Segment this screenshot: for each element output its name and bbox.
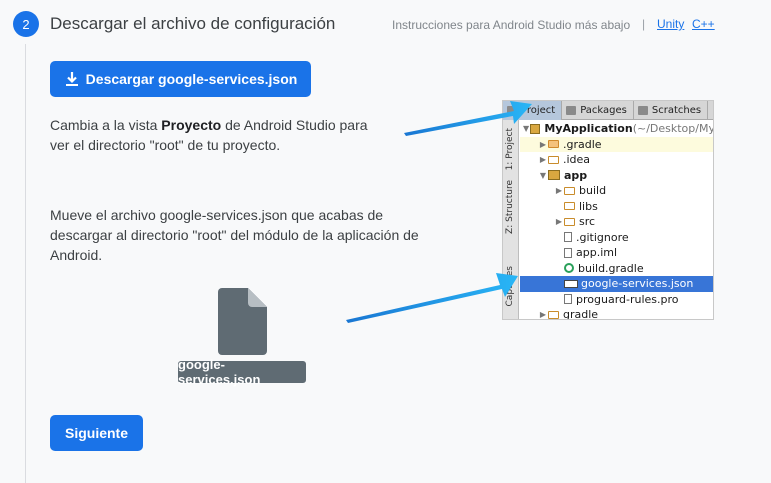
download-button-label: Descargar google-services.json bbox=[85, 71, 298, 87]
step-title: Descargar el archivo de configuración bbox=[50, 14, 336, 33]
tree-row-label: google-services.json bbox=[581, 277, 694, 291]
side-tab-captures[interactable]: Captures bbox=[505, 266, 515, 306]
step-connector-line bbox=[25, 44, 26, 483]
links-separator: | bbox=[642, 17, 646, 31]
gradle-icon bbox=[564, 263, 574, 274]
instruction-paragraph-2: Mueve el archivo google-services.json qu… bbox=[50, 207, 419, 263]
tree-row-label: app.iml bbox=[576, 246, 618, 260]
expand-right-icon[interactable]: ▶ bbox=[554, 217, 564, 226]
folder-icon bbox=[564, 202, 575, 211]
project-icon bbox=[507, 106, 517, 115]
tab-scratches[interactable]: Scratches bbox=[634, 101, 709, 120]
tree-row-path: (~/Desktop/My bbox=[632, 122, 714, 136]
unity-link[interactable]: Unity bbox=[657, 17, 684, 31]
module-icon bbox=[530, 123, 541, 134]
module-icon bbox=[548, 170, 560, 181]
tree-row[interactable]: ▼ MyApplication (~/Desktop/My bbox=[520, 121, 714, 137]
side-tab-project[interactable]: 1: Project bbox=[505, 128, 515, 170]
folder-icon bbox=[548, 310, 559, 319]
project-view-tabs: Project Packages Scratches bbox=[503, 101, 713, 120]
file-icon bbox=[564, 247, 572, 258]
expand-right-icon[interactable]: ▶ bbox=[538, 310, 548, 319]
tree-row-label: proguard-rules.pro bbox=[576, 292, 679, 306]
tree-row-label: build.gradle bbox=[578, 261, 644, 275]
tree-row[interactable]: build.gradle bbox=[520, 261, 713, 277]
download-config-button[interactable]: Descargar google-services.json bbox=[50, 61, 311, 97]
folder-icon bbox=[564, 186, 575, 195]
folder-icon bbox=[564, 217, 575, 226]
expand-right-icon[interactable]: ▶ bbox=[538, 140, 548, 149]
expand-down-icon[interactable]: ▼ bbox=[522, 124, 530, 133]
json-icon bbox=[564, 279, 578, 288]
android-studio-project-panel: Project Packages Scratches 1: Project Z:… bbox=[502, 100, 714, 320]
tree-row-label: src bbox=[579, 215, 596, 229]
instruction-paragraph-1: Cambia a la vista Proyecto de Android St… bbox=[50, 115, 380, 155]
file-icon bbox=[564, 232, 572, 243]
cpp-link[interactable]: C++ bbox=[692, 17, 715, 31]
tree-row-label: .gradle bbox=[563, 137, 602, 151]
next-button[interactable]: Siguiente bbox=[50, 415, 143, 451]
paragraph1-text-start: Cambia a la vista bbox=[50, 117, 162, 133]
expand-down-icon[interactable]: ▼ bbox=[538, 171, 548, 180]
file-icon bbox=[564, 294, 572, 305]
tree-row[interactable]: ▶ build bbox=[520, 183, 713, 199]
tab-packages-label: Packages bbox=[580, 105, 627, 116]
tree-row-label: libs bbox=[579, 199, 598, 213]
tree-row-label: gradle bbox=[563, 308, 599, 320]
expand-right-icon[interactable]: ▶ bbox=[538, 155, 548, 164]
tree-row[interactable]: libs bbox=[520, 199, 713, 215]
paragraph1-bold-term: Proyecto bbox=[161, 117, 222, 133]
tool-window-sidebar: 1: Project Z: Structure Captures bbox=[503, 120, 519, 319]
tree-row-label: MyApplication bbox=[544, 122, 633, 136]
instructions-note: Instrucciones para Android Studio más ab… bbox=[392, 18, 631, 32]
step-number-badge: 2 bbox=[13, 11, 39, 37]
setup-step: 2 Descargar el archivo de configuración … bbox=[0, 0, 771, 483]
scratches-icon bbox=[637, 106, 648, 115]
tree-row[interactable]: ▶ gradle bbox=[520, 307, 713, 320]
tab-project-label: Project bbox=[521, 105, 556, 116]
tree-row[interactable]: app.iml bbox=[520, 245, 713, 261]
tree-row[interactable]: ▶ src bbox=[520, 214, 713, 230]
tab-packages[interactable]: Packages bbox=[562, 101, 634, 120]
tree-row[interactable]: proguard-rules.pro bbox=[520, 292, 713, 308]
tree-row-label: .idea bbox=[563, 153, 591, 167]
tree-row[interactable]: ▶ .gradle bbox=[520, 136, 713, 152]
tree-row[interactable]: .gitignore bbox=[520, 230, 713, 246]
tree-row[interactable]: google-services.json bbox=[520, 276, 713, 292]
arrow-to-json-file bbox=[346, 273, 518, 323]
folder-icon bbox=[548, 155, 559, 164]
folder-orange-icon bbox=[548, 140, 559, 149]
tree-row[interactable]: ▼ app bbox=[520, 168, 713, 184]
document-icon bbox=[218, 288, 267, 360]
tree-row-label: .gitignore bbox=[576, 230, 629, 244]
file-name-label: google-services.json bbox=[178, 357, 306, 387]
tab-project[interactable]: Project bbox=[503, 101, 563, 120]
project-tree: ▼ MyApplication (~/Desktop/My ▶ .gradle ▶ .id… bbox=[520, 121, 714, 320]
tree-row[interactable]: ▶ .idea bbox=[520, 152, 713, 168]
expand-right-icon[interactable]: ▶ bbox=[554, 186, 564, 195]
download-icon bbox=[64, 71, 80, 87]
side-tab-structure[interactable]: Z: Structure bbox=[505, 180, 515, 234]
tree-row-label: app bbox=[564, 168, 588, 182]
tab-scratches-label: Scratches bbox=[651, 105, 702, 116]
packages-icon bbox=[566, 106, 577, 115]
tree-row-label: build bbox=[579, 184, 607, 198]
